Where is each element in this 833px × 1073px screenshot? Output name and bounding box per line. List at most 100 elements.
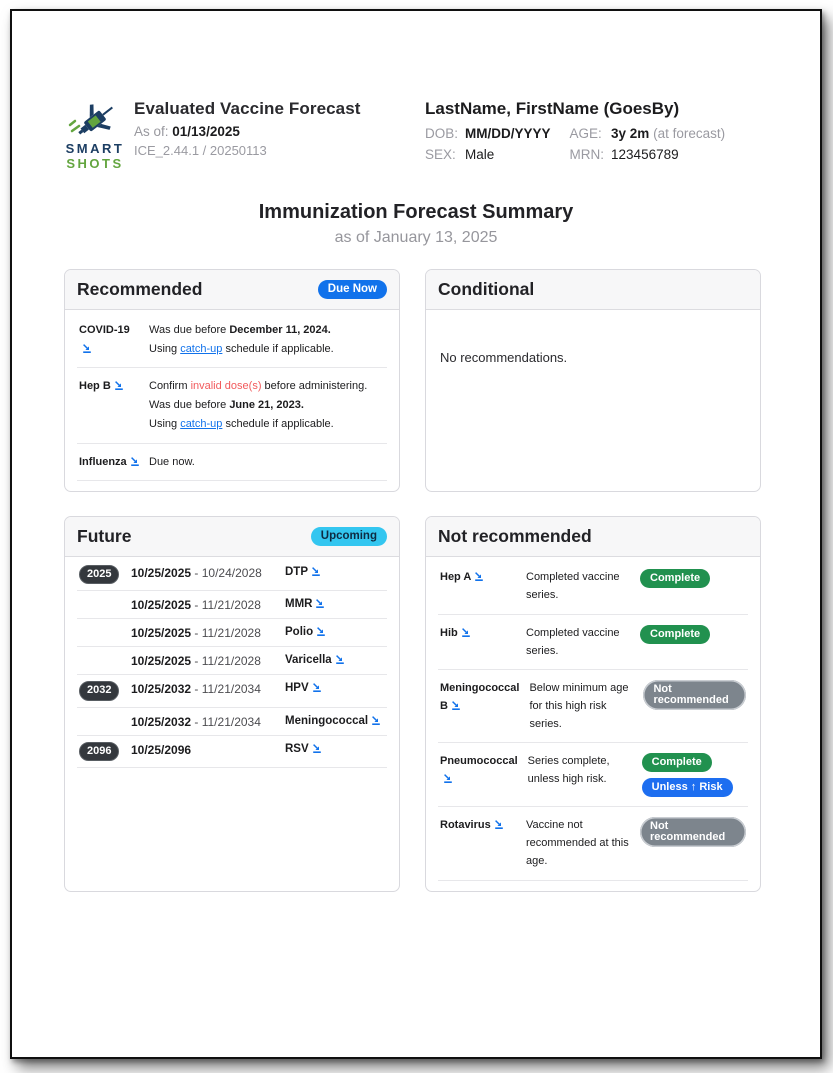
mrn-label: MRN:	[570, 147, 605, 162]
date-range: 10/25/2025 - 11/21/2028	[131, 597, 279, 612]
card-not-recommended-title: Not recommended	[438, 526, 592, 547]
logo-word-shots: SHOTS	[64, 157, 126, 172]
not-recommended-rows: Hep ACompleted vaccine series.CompleteHi…	[426, 557, 760, 890]
future-row: 2025 10/25/2025 - 10/24/2028 DTP	[77, 559, 387, 591]
recommended-row: Influenza Due now.	[77, 444, 387, 482]
anchor-link-icon-covid-19[interactable]	[82, 343, 92, 353]
card-future-title: Future	[77, 526, 131, 547]
recommended-rows: COVID-19Was due before December 11, 2024…	[65, 310, 399, 491]
anchor-link-icon-rsv[interactable]	[312, 743, 322, 753]
reason-text: Completed vaccine series.	[526, 568, 630, 604]
vaccine-name: Hep B	[79, 377, 141, 433]
date-range: 10/25/2025 - 11/21/2028	[131, 653, 279, 668]
future-row: 10/25/2025 - 11/21/2028 Varicella	[77, 647, 387, 675]
mrn-value: 123456789	[611, 147, 761, 162]
future-rows: 2025 10/25/2025 - 10/24/2028 DTP 10/25/2025…	[65, 557, 399, 890]
conditional-empty-text: No recommendations.	[440, 350, 746, 365]
not-recommended-row: HibCompleted vaccine series.Complete	[438, 615, 748, 670]
date-range: 10/25/2025 - 10/24/2028	[131, 565, 279, 580]
engine-version: ICE_2.44.1 / 20250113	[134, 143, 361, 158]
page-title: Immunization Forecast Summary	[12, 201, 820, 224]
age-value: 3y 2m (at forecast)	[611, 126, 761, 141]
anchor-link-icon-influenza[interactable]	[130, 456, 140, 466]
report-as-of: As of: 01/13/2025	[134, 124, 361, 139]
recommended-row: COVID-19Was due before December 11, 2024…	[77, 312, 387, 368]
status-badge: Not recommended	[640, 817, 746, 847]
page-subtitle: as of January 13, 2025	[12, 229, 820, 247]
not-recommended-row: PneumococcalSeries complete, unless high…	[438, 743, 748, 807]
upcoming-badge: Upcoming	[311, 527, 387, 547]
reason-text: Vaccine not recommended at this age.	[526, 816, 630, 870]
future-row: 10/25/2032 - 11/21/2034 Meningococcal	[77, 708, 387, 736]
patient-name: LastName, FirstName (GoesBy)	[425, 99, 761, 119]
sex-value: Male	[465, 147, 551, 162]
anchor-link-icon-polio[interactable]	[316, 626, 326, 636]
dob-label: DOB:	[425, 126, 458, 141]
vaccine-name: Polio	[285, 625, 385, 638]
anchor-link-icon-pneumococcal[interactable]	[443, 773, 453, 783]
year-pill: 2096	[79, 742, 119, 761]
reason-text: Completed vaccine series.	[526, 624, 630, 660]
vaccine-name: Influenza	[79, 453, 141, 472]
summary-header: Immunization Forecast Summary as of Janu…	[12, 201, 820, 247]
status-badge: Complete	[642, 753, 712, 772]
status-badge: Complete	[640, 569, 710, 588]
patient-info: LastName, FirstName (GoesBy) DOB: MM/DD/…	[425, 99, 761, 162]
date-range: 10/25/2096	[131, 742, 279, 757]
vaccine-name: Rotavirus	[440, 816, 516, 870]
future-row: 2032 10/25/2032 - 11/21/2034 HPV	[77, 675, 387, 707]
vaccine-name: DTP	[285, 565, 385, 578]
year-pill: 2025	[79, 565, 119, 584]
reason-text: Below minimum age for this high risk ser…	[529, 679, 633, 733]
vaccine-name: COVID-19	[79, 321, 141, 358]
anchor-link-icon-dtp[interactable]	[311, 566, 321, 576]
smartshots-logo: SMART SHOTS	[64, 99, 126, 171]
status-badge: Not recommended	[643, 680, 746, 710]
recommendation-text: Was due before December 11, 2024.Using c…	[149, 321, 385, 358]
card-recommended-title: Recommended	[77, 279, 202, 300]
vaccine-name: RSV	[285, 742, 385, 755]
due-now-badge: Due Now	[318, 280, 387, 300]
not-recommended-row: Hep A Completed vaccine series. Complete	[438, 559, 748, 614]
anchor-link-icon-hpv[interactable]	[312, 682, 322, 692]
anchor-link-icon-meningococcal[interactable]	[371, 715, 381, 725]
vaccine-name: Varicella	[285, 653, 385, 666]
anchor-link-icon-meningococcal-b[interactable]	[451, 700, 461, 710]
vaccine-name: Meningococcal	[285, 714, 385, 727]
future-row: 10/25/2025 - 11/21/2028 MMR	[77, 591, 387, 619]
future-row: 2096 10/25/2096 RSV	[77, 736, 387, 768]
report-header: SMART SHOTS Evaluated Vaccine Forecast A…	[12, 11, 820, 171]
invalid-dose-warning: invalid dose(s)	[191, 380, 262, 392]
anchor-link-icon-hep-a[interactable]	[474, 571, 484, 581]
future-row: 10/25/2025 - 11/21/2028 Polio	[77, 619, 387, 647]
vaccine-name: HPV	[285, 681, 385, 694]
recommendation-text: Confirm invalid dose(s) before administe…	[149, 377, 385, 433]
sex-label: SEX:	[425, 147, 458, 162]
anchor-link-icon-mmr[interactable]	[315, 598, 325, 608]
year-pill: 2032	[79, 681, 119, 700]
syringe-rocket-icon	[66, 99, 124, 141]
anchor-link-icon-hep-b[interactable]	[114, 380, 124, 390]
anchor-link-icon-varicella[interactable]	[335, 654, 345, 664]
status-badge: Complete	[640, 625, 710, 644]
document-page: SMART SHOTS Evaluated Vaccine Forecast A…	[10, 9, 822, 1059]
vaccine-name: Pneumococcal	[440, 752, 518, 797]
cards-grid: Recommended Due Now COVID-19Was due befo…	[12, 247, 820, 892]
card-not-recommended: Not recommended Hep A Completed vaccine s…	[425, 516, 761, 891]
catch-up-link[interactable]: catch-up	[180, 343, 222, 355]
dob-value: MM/DD/YYYY	[465, 126, 551, 141]
anchor-link-icon-hib[interactable]	[461, 627, 471, 637]
recommendation-text: Due now.	[149, 453, 385, 472]
anchor-link-icon-rotavirus[interactable]	[494, 819, 504, 829]
report-title: Evaluated Vaccine Forecast	[134, 99, 361, 119]
card-conditional: Conditional No recommendations.	[425, 269, 761, 492]
date-range: 10/25/2032 - 11/21/2034	[131, 681, 279, 696]
catch-up-link[interactable]: catch-up	[180, 418, 222, 430]
date-range: 10/25/2025 - 11/21/2028	[131, 625, 279, 640]
card-future: Future Upcoming 2025 10/25/2025 - 10/24/2…	[64, 516, 400, 891]
vaccine-name: Hep A	[440, 568, 516, 604]
card-conditional-title: Conditional	[438, 279, 534, 300]
card-recommended: Recommended Due Now COVID-19Was due befo…	[64, 269, 400, 492]
vaccine-name: MMR	[285, 597, 385, 610]
date-range: 10/25/2032 - 11/21/2034	[131, 714, 279, 729]
